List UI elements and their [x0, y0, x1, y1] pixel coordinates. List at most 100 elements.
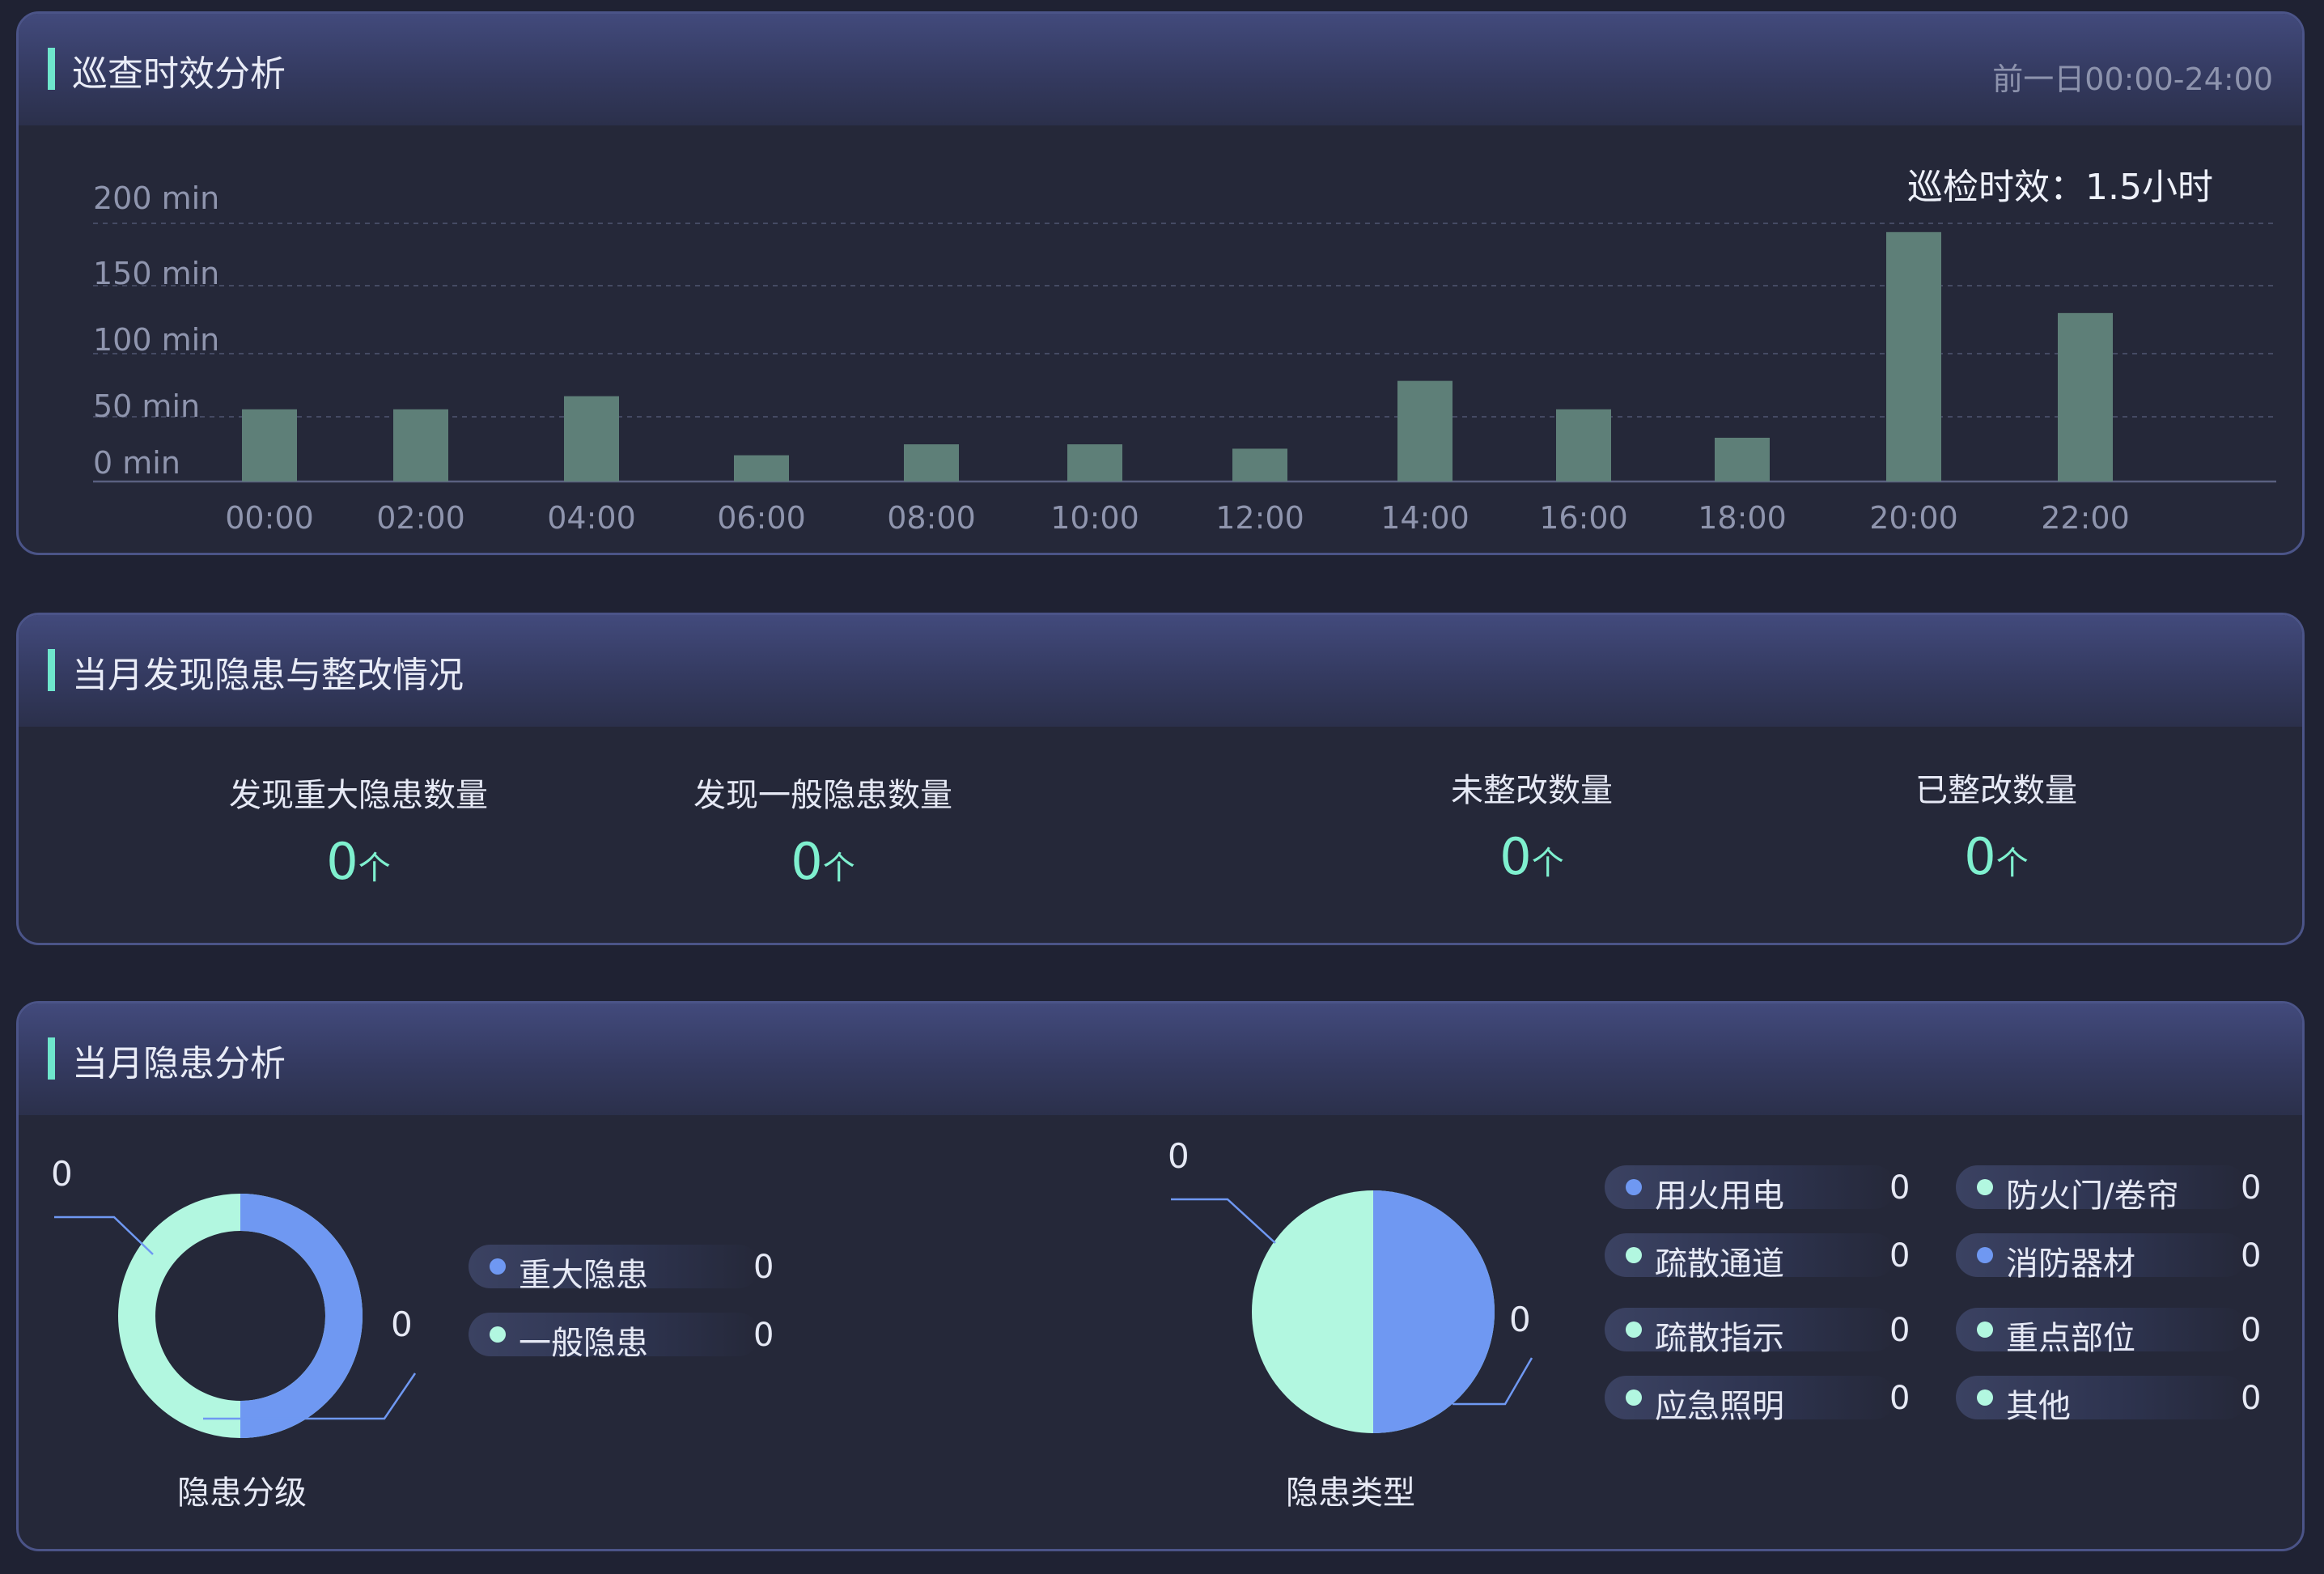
donut-value-label-top: 0 [51, 1154, 73, 1194]
legend-item: 其他 0 [1956, 1376, 2261, 1425]
bar [1556, 409, 1611, 482]
y-tick-label: 200 min [93, 180, 219, 216]
legend-count: 0 [1889, 1312, 1911, 1349]
panel-header: 当月发现隐患与整改情况 [19, 615, 2302, 727]
legend-item: 消防器材 0 [1956, 1233, 2261, 1283]
stat-value: 0 [1499, 827, 1532, 886]
legend-count: 0 [1889, 1169, 1911, 1207]
legend-item: 重点部位 0 [1956, 1308, 2261, 1357]
legend-dot [1977, 1389, 1993, 1406]
legend-label: 一般隐患 [519, 1325, 648, 1362]
hazard-analysis-panel: 当月隐患分析 0 0 隐患分级 重大隐患 0 一般隐患 0 0 0 隐患类型 用… [16, 1001, 2305, 1551]
x-tick-label: 00:00 [225, 500, 314, 536]
legend-label: 防火门/卷帘 [2006, 1177, 2179, 1215]
stat-unrectified: 未整改数量 0个 [1346, 764, 1718, 886]
legend-count: 0 [2241, 1312, 2262, 1349]
stat-unit: 个 [1531, 845, 1564, 882]
x-tick-label: 04:00 [547, 500, 636, 536]
bar [2058, 312, 2113, 482]
x-tick-label: 10:00 [1050, 500, 1139, 536]
stat-label: 已整改数量 [1915, 772, 2077, 809]
legend-item-major: 重大隐患 0 [469, 1245, 774, 1294]
panel-title: 当月发现隐患与整改情况 [72, 655, 464, 696]
bar [1397, 380, 1452, 482]
panel-title: 巡查时效分析 [72, 53, 286, 95]
y-tick-label: 150 min [93, 256, 219, 291]
legend-label: 重大隐患 [519, 1257, 648, 1294]
stat-general-hazards: 发现一般隐患数量 0个 [637, 769, 1009, 891]
stat-major-hazards: 发现重大隐患数量 0个 [172, 769, 545, 891]
legend-item-general: 一般隐患 0 [469, 1313, 774, 1362]
legend-label: 疏散通道 [1655, 1245, 1784, 1283]
x-tick-label: 06:00 [717, 500, 806, 536]
stat-value: 0 [326, 832, 358, 891]
legend-item: 疏散通道 0 [1605, 1233, 1910, 1283]
x-tick-label: 02:00 [376, 500, 465, 536]
legend-item: 应急照明 0 [1605, 1376, 1910, 1425]
legend-count: 0 [753, 1317, 774, 1354]
legend-dot [490, 1326, 506, 1343]
bar [393, 409, 448, 482]
legend-dot [490, 1258, 506, 1275]
stat-unit: 个 [1995, 845, 2029, 882]
legend-count: 0 [1889, 1380, 1911, 1417]
y-tick-label: 50 min [93, 388, 200, 424]
x-tick-label: 12:00 [1215, 500, 1304, 536]
y-tick-label: 100 min [93, 322, 219, 358]
donut-leader-line-top [54, 1216, 154, 1255]
title-accent-bar [48, 649, 55, 691]
legend-dot [1626, 1179, 1642, 1195]
legend-count: 0 [2241, 1169, 2262, 1207]
bar [904, 444, 959, 482]
stat-label: 未整改数量 [1451, 772, 1613, 809]
stat-value: 0 [791, 832, 823, 891]
legend-dot [1977, 1322, 1993, 1338]
legend-count: 0 [2241, 1380, 2262, 1417]
pie-leader-line-top [1171, 1198, 1276, 1244]
x-tick-label: 14:00 [1380, 500, 1469, 536]
stat-label: 发现重大隐患数量 [229, 777, 488, 814]
legend-dot [1626, 1389, 1642, 1406]
legend-item: 防火门/卷帘 0 [1956, 1165, 2261, 1215]
bar [734, 455, 789, 482]
legend-count: 0 [2241, 1237, 2262, 1275]
legend-label: 疏散指示 [1655, 1320, 1784, 1357]
legend-dot [1626, 1322, 1642, 1338]
pie-value-label-top: 0 [1168, 1136, 1190, 1176]
legend-label: 用火用电 [1655, 1177, 1784, 1215]
stat-unit: 个 [822, 850, 855, 887]
bar [242, 409, 297, 482]
efficiency-readout: 巡检时效：1.5小时 [1907, 167, 2213, 208]
x-tick-label: 20:00 [1869, 500, 1958, 536]
stat-unit: 个 [358, 850, 391, 887]
legend-dot [1626, 1247, 1642, 1263]
bar [1715, 437, 1770, 482]
legend-label: 其他 [2006, 1388, 2071, 1425]
legend-dot [1977, 1247, 1993, 1263]
legend-count: 0 [1889, 1237, 1911, 1275]
x-tick-label: 08:00 [887, 500, 976, 536]
time-range-label: 前一日00:00-24:00 [1992, 62, 2273, 97]
y-tick-label: 0 min [93, 445, 180, 481]
pie-caption: 隐患类型 [1286, 1474, 1415, 1512]
hazard-rectification-panel: 当月发现隐患与整改情况 发现重大隐患数量 0个 发现一般隐患数量 0个 未整改数… [16, 613, 2305, 945]
stat-label: 发现一般隐患数量 [693, 777, 952, 814]
x-tick-label: 22:00 [2041, 500, 2130, 536]
bar [564, 396, 619, 482]
bar [1232, 448, 1287, 482]
legend-label: 重点部位 [2006, 1320, 2135, 1357]
stat-value: 0 [1964, 827, 1996, 886]
legend-count: 0 [753, 1249, 774, 1286]
legend-label: 应急照明 [1655, 1388, 1784, 1425]
x-tick-label: 16:00 [1539, 500, 1628, 536]
x-tick-label: 18:00 [1698, 500, 1787, 536]
legend-item: 用火用电 0 [1605, 1165, 1910, 1215]
legend-label: 消防器材 [2006, 1245, 2135, 1283]
pie-slice-blue [1373, 1190, 1495, 1433]
donut-segment-blue [240, 1194, 363, 1438]
stat-rectified: 已整改数量 0个 [1810, 764, 2182, 886]
legend-dot [1977, 1179, 1993, 1195]
donut-caption: 隐患分级 [177, 1474, 307, 1512]
bar [1886, 231, 1941, 482]
legend-item: 疏散指示 0 [1605, 1308, 1910, 1357]
